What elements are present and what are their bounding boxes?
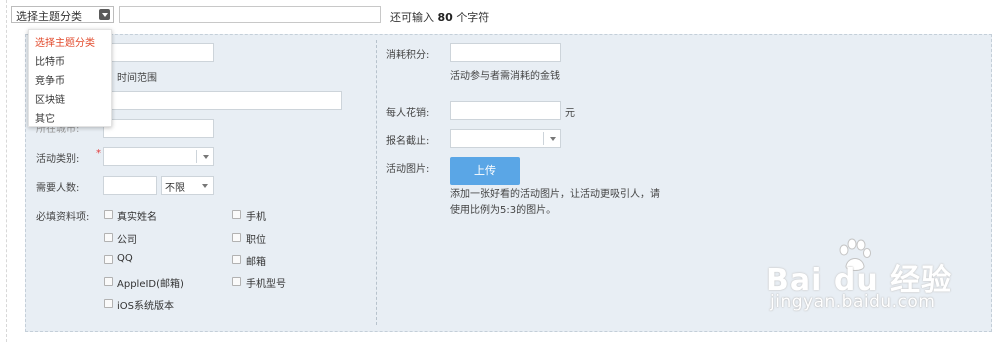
checkbox-appleid[interactable] <box>104 277 113 286</box>
points-hint: 活动参与者需消耗的金钱 <box>450 71 560 82</box>
activity-type-select[interactable] <box>103 147 214 166</box>
checkbox-phone[interactable] <box>232 210 241 219</box>
remaining-suffix: 个字符 <box>456 11 490 24</box>
upload-button[interactable]: 上传 <box>450 157 520 185</box>
category-select-label: 选择主题分类 <box>16 10 82 23</box>
checkbox-company[interactable] <box>104 233 113 242</box>
checkbox-label: 手机 <box>246 212 266 223</box>
checkbox-label: 公司 <box>117 235 137 246</box>
checkbox-qq[interactable] <box>104 255 113 264</box>
checkbox-ios-version[interactable] <box>104 299 113 308</box>
chevron-down-icon <box>202 184 208 188</box>
cost-input[interactable] <box>450 101 561 120</box>
checkbox-label: 手机型号 <box>246 279 286 290</box>
points-label: 消耗积分: <box>386 50 430 61</box>
category-select[interactable]: 选择主题分类 <box>11 6 114 23</box>
people-count-input[interactable] <box>103 176 157 195</box>
required-fields-label: 必填资料项: <box>36 212 90 223</box>
checkbox-label: 职位 <box>246 235 266 246</box>
image-hint-line2: 使用比例为5:3的图片。 <box>450 205 557 216</box>
checkbox-position[interactable] <box>232 233 241 242</box>
title-input[interactable] <box>119 6 381 23</box>
remaining-chars: 还可输入 80 个字符 <box>390 9 489 25</box>
people-label: 需要人数: <box>36 183 80 194</box>
category-dropdown-menu: 选择主题分类 比特币 竞争币 区块链 其它 <box>28 29 112 127</box>
chevron-down-icon[interactable] <box>99 9 110 20</box>
city-input[interactable] <box>103 119 214 138</box>
image-hint-line1: 添加一张好看的活动图片，让活动更吸引人，请 <box>450 189 660 200</box>
checkbox-label: 真实姓名 <box>117 212 157 223</box>
location-input[interactable] <box>103 91 342 110</box>
checkbox-phone-model[interactable] <box>232 277 241 286</box>
deadline-label: 报名截止: <box>386 136 430 147</box>
checkbox-label: QQ <box>117 253 133 264</box>
time-range-hint: 时间范围 <box>117 73 157 84</box>
start-time-input[interactable] <box>103 43 214 62</box>
dropdown-item-bitcoin[interactable]: 比特币 <box>35 53 65 68</box>
activity-type-label: 活动类别: <box>36 154 80 165</box>
cost-label: 每人花销: <box>386 108 430 119</box>
remaining-prefix: 还可输入 <box>390 11 434 24</box>
checkbox-real-name[interactable] <box>104 210 113 219</box>
watermark-url: jingyan.baidu.com <box>770 292 936 312</box>
cost-unit: 元 <box>565 108 575 119</box>
checkbox-label: AppleID(邮箱) <box>117 279 184 290</box>
dropdown-item-altcoin[interactable]: 竞争币 <box>35 72 65 87</box>
people-limit-select[interactable]: 不限 <box>161 176 214 195</box>
people-limit-value: 不限 <box>165 183 185 194</box>
dropdown-item-select-category[interactable]: 选择主题分类 <box>35 34 95 49</box>
dropdown-item-blockchain[interactable]: 区块链 <box>35 91 65 106</box>
image-label: 活动图片: <box>386 164 430 175</box>
remaining-count: 80 <box>437 11 453 24</box>
chevron-down-icon <box>203 155 209 159</box>
checkbox-label: 邮箱 <box>246 257 266 268</box>
required-mark: * <box>96 148 101 159</box>
dropdown-item-other[interactable]: 其它 <box>35 110 55 125</box>
checkbox-email[interactable] <box>232 255 241 264</box>
points-input[interactable] <box>450 43 561 62</box>
left-guide-line <box>6 0 8 342</box>
chevron-down-icon <box>550 137 556 141</box>
deadline-select[interactable] <box>450 129 561 148</box>
checkbox-label: iOS系统版本 <box>117 301 174 312</box>
column-divider <box>376 40 378 325</box>
